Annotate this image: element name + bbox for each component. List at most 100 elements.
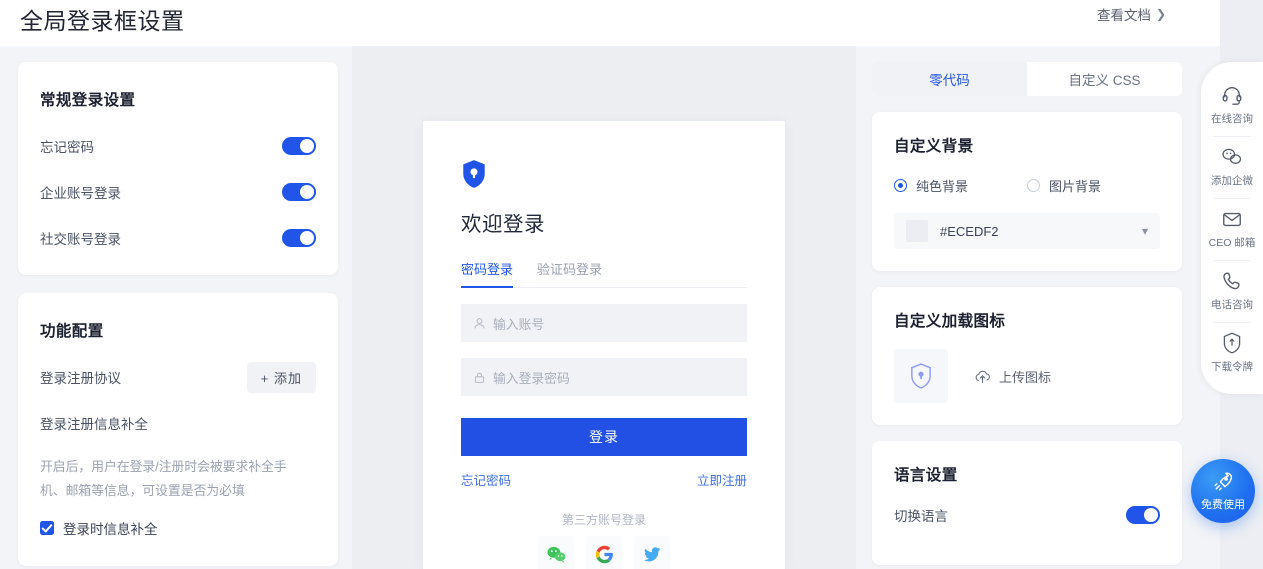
general-settings-title: 常规登录设置 — [40, 92, 136, 109]
dock-label: 电话咨询 — [1211, 299, 1253, 311]
row-info-supplement: 登录注册信息补全 — [40, 409, 316, 437]
google-icon — [595, 545, 613, 563]
setting-row-enterprise-login: 企业账号登录 — [40, 177, 316, 207]
dock-item-ceo-mail[interactable]: CEO 邮箱 — [1201, 198, 1263, 260]
language-toggle-row: 切换语言 — [894, 505, 1160, 525]
background-color-select[interactable]: #ECEDF2 ▾ — [894, 213, 1160, 249]
lock-icon — [474, 372, 485, 383]
shield-download-icon — [1223, 332, 1241, 354]
login-preview-stage: 欢迎登录 密码登录 验证码登录 输入账号 输入登录密码 登录 忘记密码 立即注册… — [352, 46, 856, 569]
dock-item-phone-consult[interactable]: 电话咨询 — [1201, 260, 1263, 322]
function-config-title: 功能配置 — [40, 323, 104, 340]
custom-background-card: 自定义背景 纯色背景 图片背景 #ECEDF2 ▾ — [872, 112, 1182, 271]
social-login-wechat[interactable] — [538, 536, 574, 569]
radio-image-background[interactable]: 图片背景 — [1027, 176, 1160, 195]
upload-icon-button[interactable]: 上传图标 — [974, 367, 1051, 386]
page-title: 全局登录框设置 — [20, 8, 185, 34]
add-protocol-button[interactable]: + 添加 — [246, 361, 316, 393]
loading-icon-title: 自定义加载图标 — [894, 313, 1006, 330]
checkbox-label: 登录时信息补全 — [63, 522, 158, 538]
dock-item-download-token[interactable]: 下载令牌 — [1201, 322, 1263, 384]
tab-code-login[interactable]: 验证码登录 — [537, 259, 602, 287]
password-input[interactable]: 输入登录密码 — [461, 358, 747, 396]
dock-label: 添加企微 — [1211, 175, 1253, 187]
setting-row-social-login: 社交账号登录 — [40, 223, 316, 253]
function-config-card: 功能配置 登录注册协议 + 添加 登录注册信息补全 开启后，用户在登录/注册时会… — [18, 293, 338, 566]
protocol-label: 登录注册协议 — [40, 371, 121, 386]
color-value-text: #ECEDF2 — [940, 223, 999, 239]
mail-icon — [1223, 212, 1241, 227]
background-type-radio-group: 纯色背景 图片背景 — [894, 176, 1160, 195]
social-login-google[interactable] — [586, 536, 622, 569]
style-mode-tabs: 零代码 自定义 CSS — [872, 62, 1182, 96]
login-helper-links: 忘记密码 立即注册 — [461, 470, 747, 489]
shield-lock-icon — [911, 363, 931, 389]
view-docs-label: 查看文档 — [1096, 8, 1151, 23]
view-docs-link[interactable]: 查看文档 ❯ — [1097, 4, 1166, 24]
social-login-row — [461, 536, 747, 569]
language-settings-title: 语言设置 — [894, 467, 958, 484]
dock-item-add-wework[interactable]: 添加企微 — [1201, 136, 1263, 198]
chevron-right-icon: ❯ — [1155, 7, 1166, 21]
toggle-forgot-password[interactable] — [282, 137, 316, 155]
checkbox-login-supplement[interactable] — [40, 521, 54, 536]
left-settings-column: 常规登录设置 忘记密码 企业账号登录 社交账号登录 功能配置 登录注册协议 + … — [18, 62, 338, 566]
toggle-knob — [300, 231, 314, 245]
radio-indicator — [894, 179, 907, 192]
radio-solid-background[interactable]: 纯色背景 — [894, 176, 1027, 195]
fab-label: 免费使用 — [1201, 499, 1245, 511]
custom-loading-icon-card: 自定义加载图标 上传图标 — [872, 287, 1182, 425]
user-icon — [474, 317, 485, 328]
account-placeholder: 输入账号 — [493, 316, 545, 332]
setting-label: 社交账号登录 — [40, 232, 121, 247]
login-submit-button[interactable]: 登录 — [461, 418, 747, 456]
tab-custom-css[interactable]: 自定义 CSS — [1027, 62, 1182, 96]
radio-label: 图片背景 — [1049, 179, 1102, 194]
welcome-title: 欢迎登录 — [461, 213, 545, 236]
upload-icon-label: 上传图标 — [999, 369, 1052, 385]
radio-label: 纯色背景 — [916, 179, 969, 194]
chevron-down-icon[interactable]: ▾ — [1142, 224, 1148, 238]
custom-background-title: 自定义背景 — [894, 138, 974, 155]
toggle-enterprise-login[interactable] — [282, 183, 316, 201]
headset-icon — [1222, 87, 1242, 105]
setting-label: 企业账号登录 — [40, 186, 121, 201]
wechat-icon — [546, 546, 565, 563]
loading-icon-upload-row: 上传图标 — [894, 349, 1160, 403]
dock-item-online-consult[interactable]: 在线咨询 — [1201, 74, 1263, 136]
dock-label: CEO 邮箱 — [1208, 237, 1256, 249]
setting-row-forgot-password: 忘记密码 — [40, 131, 316, 161]
register-now-link[interactable]: 立即注册 — [697, 470, 747, 489]
dock-label: 下载令牌 — [1211, 361, 1253, 373]
rocket-icon — [1214, 472, 1233, 491]
toggle-knob — [300, 139, 314, 153]
radio-indicator — [1027, 179, 1040, 192]
third-party-label: 第三方账号登录 — [561, 513, 646, 527]
floating-support-dock: 在线咨询 添加企微 CEO 邮箱 电话咨询 下载令牌 — [1201, 62, 1263, 394]
toggle-knob — [1144, 508, 1158, 522]
loading-icon-thumbnail — [894, 349, 948, 403]
general-login-settings-card: 常规登录设置 忘记密码 企业账号登录 社交账号登录 — [18, 62, 338, 275]
supplement-label: 登录注册信息补全 — [40, 417, 148, 432]
forgot-password-link[interactable]: 忘记密码 — [461, 470, 511, 489]
password-placeholder: 输入登录密码 — [493, 370, 570, 386]
toggle-social-login[interactable] — [282, 229, 316, 247]
tab-password-login[interactable]: 密码登录 — [461, 259, 514, 288]
wechat-work-icon — [1222, 148, 1242, 164]
account-input[interactable]: 输入账号 — [461, 304, 747, 342]
setting-label: 忘记密码 — [40, 140, 94, 155]
free-trial-fab[interactable]: 免费使用 — [1191, 459, 1255, 523]
phone-icon — [1223, 272, 1240, 290]
supplement-description: 开启后，用户在登录/注册时会被要求补全手机、邮箱等信息，可设置是否为必填 — [40, 459, 287, 498]
social-login-twitter[interactable] — [634, 536, 670, 569]
app-root: 全局登录框设置 查看文档 ❯ 常规登录设置 忘记密码 企业账号登录 社交账号登录 — [0, 0, 1263, 569]
tab-no-code[interactable]: 零代码 — [872, 62, 1027, 96]
row-login-register-protocol: 登录注册协议 + 添加 — [40, 361, 316, 393]
login-box-preview: 欢迎登录 密码登录 验证码登录 输入账号 输入登录密码 登录 忘记密码 立即注册… — [423, 121, 785, 569]
page-header: 全局登录框设置 查看文档 ❯ — [0, 0, 1263, 46]
twitter-icon — [643, 547, 661, 562]
dock-label: 在线咨询 — [1211, 113, 1253, 125]
checkbox-row-login-supplement[interactable]: 登录时信息补全 — [40, 518, 316, 538]
toggle-language-switch[interactable] — [1126, 506, 1160, 524]
shield-lock-icon — [463, 160, 485, 188]
